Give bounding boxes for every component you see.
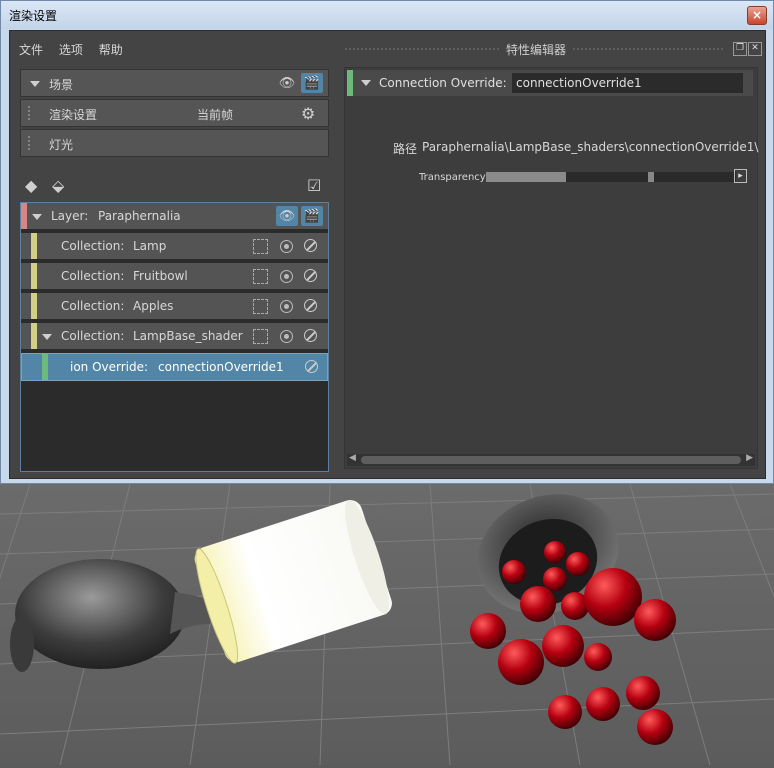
menu-file[interactable]: 文件 [19,43,43,57]
collection-name: Apples [133,299,174,313]
collection-row-fruitbowl[interactable]: Collection: Fruitbowl [21,263,328,291]
solo-icon[interactable] [280,330,293,343]
disable-icon[interactable] [305,360,318,373]
disable-icon[interactable] [304,269,317,282]
viewport-scene [0,483,774,766]
scroll-right-icon[interactable]: ▶ [746,453,753,463]
collection-color-bar [31,323,37,349]
panel-close-icon[interactable]: ✕ [748,42,762,56]
3d-viewport[interactable] [0,483,774,766]
drag-handle-icon[interactable] [27,135,31,152]
override-color-bar [347,70,353,96]
title-bar[interactable]: 渲染设置 × [1,1,773,29]
disable-icon[interactable] [304,299,317,312]
map-button-icon[interactable]: ▸ [734,169,747,183]
isolate-icon[interactable] [253,299,268,314]
solo-icon[interactable] [280,240,293,253]
scene-label: 场景 [49,78,74,92]
scene-row[interactable]: 场景 👁 🎬 [20,69,329,97]
collection-prefix: Collection: [61,239,125,253]
override-row[interactable]: ion Override: connectionOverride1 [21,353,328,381]
menu-help[interactable]: 帮助 [99,43,123,57]
collection-name: Fruitbowl [133,269,188,283]
render-layer-icon[interactable]: 🎬 [301,73,323,93]
collection-name: Lamp [133,239,167,253]
create-layer-icon[interactable]: ◆ [25,176,37,195]
collection-row-lampbase-shader[interactable]: Collection: LampBase_shader [21,323,328,351]
collection-color-bar [31,233,37,259]
drag-handle-icon[interactable] [27,105,31,122]
override-name-field[interactable]: connectionOverride1 [512,73,743,93]
collection-color-bar [31,293,37,319]
horizontal-scrollbar[interactable]: ◀ ▶ [347,453,755,466]
transparency-slider[interactable] [486,172,736,182]
menu-options[interactable]: 选项 [59,43,83,57]
override-header: Connection Override: connectionOverride1 [347,70,753,96]
collection-prefix: Collection: [61,299,125,313]
window-title: 渲染设置 [9,9,58,23]
expand-arrow-icon[interactable] [30,81,40,87]
layer-tree: Layer: Paraphernalia 👁 🎬 Collection: Lam… [20,202,329,472]
disable-icon[interactable] [304,329,317,342]
render-layer-icon[interactable]: 🎬 [301,206,323,226]
gear-icon[interactable]: ⚙ [301,104,315,123]
attribute-editor-title: 特性编辑器 [500,41,573,58]
float-icon[interactable]: ❐ [733,42,747,56]
isolate-icon[interactable] [253,329,268,344]
collection-color-bar [31,263,37,289]
override-name: connectionOverride1 [158,360,284,374]
collection-prefix: Collection: [61,269,125,283]
attribute-editor-body: Connection Override: connectionOverride1… [344,67,758,469]
checklist-icon[interactable]: ☑ [307,176,321,195]
transparency-fill [486,172,566,182]
transparency-label: Transparency [419,172,486,183]
disable-icon[interactable] [304,239,317,252]
render-settings-row[interactable]: 渲染设置 当前帧 ⚙ [20,99,329,127]
attribute-editor-titlebar: 特性编辑器 ❐ ✕ [336,41,765,58]
eye-icon[interactable]: 👁 [276,206,298,226]
path-label: 路径 [393,142,418,156]
solo-icon[interactable] [280,300,293,313]
layer-row[interactable]: Layer: Paraphernalia 👁 🎬 [21,203,328,231]
isolate-icon[interactable] [253,239,268,254]
collection-row-lamp[interactable]: Collection: Lamp [21,233,328,261]
collapse-arrow-icon[interactable] [32,214,42,220]
import-icon[interactable]: ⬙ [52,176,64,195]
lights-label: 灯光 [49,138,74,152]
render-settings-label: 渲染设置 [49,108,98,122]
collection-name: LampBase_shader [133,329,243,343]
collection-row-apples[interactable]: Collection: Apples [21,293,328,321]
attribute-editor-panel: 特性编辑器 ❐ ✕ Connection Override: connectio… [336,31,765,478]
layer-name: Paraphernalia [98,209,181,223]
eye-icon[interactable]: 👁 [276,73,298,93]
window-content: 文件 选项 帮助 场景 👁 🎬 渲染设置 当前帧 ⚙ 灯光 ◆ ⬙ ☑ Laye… [9,30,766,479]
render-settings-value: 当前帧 [197,108,234,122]
slider-tick [648,172,654,182]
close-button[interactable]: × [747,6,767,25]
override-color-bar [42,354,48,380]
menu-bar: 文件 选项 帮助 [19,41,135,61]
scroll-left-icon[interactable]: ◀ [349,453,356,463]
render-setup-panel: 文件 选项 帮助 场景 👁 🎬 渲染设置 当前帧 ⚙ 灯光 ◆ ⬙ ☑ Laye… [10,31,332,478]
collection-prefix: Collection: [61,329,125,343]
layer-prefix: Layer: [51,209,89,223]
override-header-label: Connection Override: [379,76,507,90]
layer-color-bar [21,203,27,229]
solo-icon[interactable] [280,270,293,283]
lights-row[interactable]: 灯光 [20,129,329,157]
render-settings-window: 渲染设置 × 文件 选项 帮助 场景 👁 🎬 渲染设置 当前帧 ⚙ 灯光 ◆ ⬙… [0,0,774,484]
collapse-arrow-icon[interactable] [42,334,52,340]
path-value: Paraphernalia\LampBase_shaders\connectio… [422,140,759,154]
scrollbar-thumb[interactable] [361,456,741,464]
override-prefix: ion Override: [70,360,149,374]
isolate-icon[interactable] [253,269,268,284]
collapse-arrow-icon[interactable] [361,80,371,86]
